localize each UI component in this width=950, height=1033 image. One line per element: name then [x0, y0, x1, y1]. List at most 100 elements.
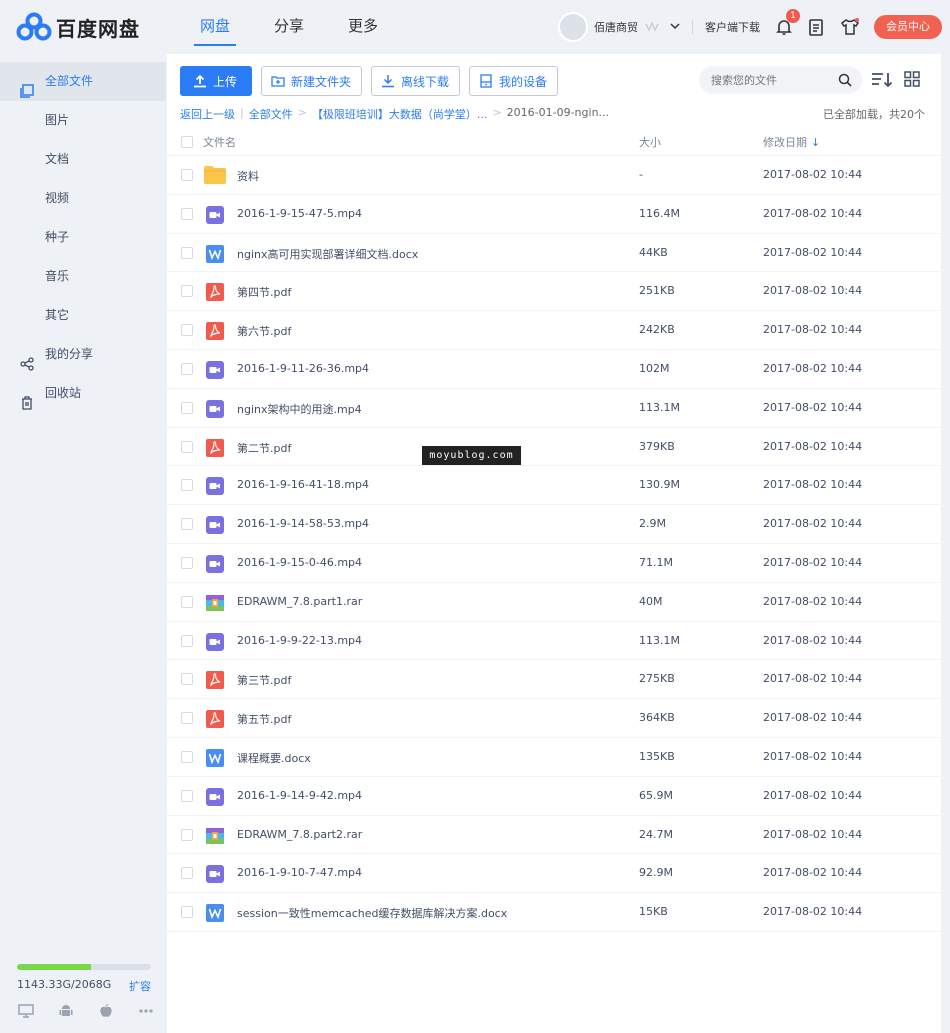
- my-devices-button[interactable]: 我的设备: [469, 66, 559, 96]
- username[interactable]: 佰唐商贸: [594, 19, 638, 35]
- sidebar-item-recycle-bin[interactable]: 回收站: [0, 374, 166, 413]
- apple-icon[interactable]: [96, 1003, 116, 1022]
- file-row[interactable]: session一致性memcached缓存数据库解决方案.docx 15KB 201…: [167, 893, 941, 932]
- file-name[interactable]: nginx高可用实现部署详细文档.docx: [237, 246, 418, 262]
- new-folder-button[interactable]: 新建文件夹: [261, 66, 363, 96]
- file-name[interactable]: nginx架构中的用途.mp4: [237, 401, 362, 417]
- sidebar-item-documents[interactable]: 文档: [0, 140, 166, 179]
- sidebar-item-videos[interactable]: 视频: [0, 179, 166, 218]
- row-checkbox[interactable]: [181, 518, 193, 531]
- file-name[interactable]: 第三节.pdf: [237, 672, 291, 688]
- vip-center-button[interactable]: 会员中心: [874, 15, 942, 39]
- file-name[interactable]: 第四节.pdf: [237, 284, 291, 300]
- file-name[interactable]: 2016-1-9-10-7-47.mp4: [237, 866, 362, 879]
- file-row[interactable]: 第三节.pdf 275KB 2017-08-02 10:44: [167, 660, 941, 700]
- file-row[interactable]: 第二节.pdf 379KB 2017-08-02 10:44: [167, 428, 941, 467]
- row-checkbox[interactable]: [181, 634, 193, 647]
- file-row[interactable]: EDRAWM_7.8.part2.rar 24.7M 2017-08-02 10:4…: [167, 816, 941, 855]
- file-name[interactable]: session一致性memcached缓存数据库解决方案.docx: [237, 905, 507, 921]
- file-name[interactable]: 2016-1-9-11-26-36.mp4: [237, 362, 369, 375]
- breadcrumb-root[interactable]: 全部文件: [249, 106, 293, 121]
- file-row[interactable]: 课程概要.docx 135KB 2017-08-02 10:44: [167, 738, 941, 777]
- column-name[interactable]: 文件名: [203, 134, 236, 150]
- skin-button[interactable]: [840, 17, 860, 37]
- offline-download-button[interactable]: 离线下载: [371, 66, 461, 96]
- logo[interactable]: 百度网盘: [16, 12, 140, 42]
- row-checkbox[interactable]: [181, 556, 193, 569]
- file-row[interactable]: 第五节.pdf 364KB 2017-08-02 10:44: [167, 699, 941, 738]
- tab-netdisk[interactable]: 网盘: [178, 0, 252, 54]
- row-checkbox[interactable]: [181, 712, 193, 725]
- file-name[interactable]: EDRAWM_7.8.part2.rar: [237, 828, 362, 841]
- row-checkbox[interactable]: [181, 246, 193, 259]
- clipboard-button[interactable]: [806, 17, 826, 37]
- column-size[interactable]: 大小: [639, 134, 661, 150]
- file-name[interactable]: 课程概要.docx: [237, 750, 311, 766]
- file-name[interactable]: 2016-1-9-14-9-42.mp4: [237, 789, 362, 802]
- row-checkbox[interactable]: [181, 673, 193, 686]
- file-row[interactable]: 2016-1-9-14-9-42.mp4 65.9M 2017-08-02 10:4…: [167, 777, 941, 816]
- file-row[interactable]: 资料 - 2017-08-02 10:44: [167, 156, 941, 195]
- file-name[interactable]: 2016-1-9-9-22-13.mp4: [237, 634, 362, 647]
- sidebar-item-my-shares[interactable]: 我的分享: [0, 335, 166, 374]
- column-date[interactable]: 修改日期 ↓: [763, 134, 820, 150]
- chevron-down-icon[interactable]: [670, 22, 680, 33]
- file-row[interactable]: 2016-1-9-10-7-47.mp4 92.9M 2017-08-02 10:4…: [167, 854, 941, 894]
- file-name[interactable]: 第五节.pdf: [237, 711, 291, 727]
- sidebar-item-music[interactable]: 音乐: [0, 257, 166, 296]
- row-checkbox[interactable]: [181, 169, 193, 181]
- file-name[interactable]: 2016-1-9-15-47-5.mp4: [237, 207, 362, 220]
- row-checkbox[interactable]: [181, 867, 193, 880]
- notification-button[interactable]: 1: [774, 9, 800, 37]
- sort-icon[interactable]: [871, 71, 893, 89]
- file-name[interactable]: 资料: [237, 168, 259, 184]
- row-checkbox[interactable]: [181, 595, 193, 608]
- row-checkbox[interactable]: [181, 750, 193, 763]
- more-icon[interactable]: [136, 1004, 156, 1022]
- sidebar-item-torrents[interactable]: 种子: [0, 218, 166, 257]
- file-row[interactable]: 2016-1-9-15-47-5.mp4 116.4M 2017-08-02 10:…: [167, 195, 941, 234]
- breadcrumb-folder[interactable]: 【极限班培训】大数据（尚学堂）...: [312, 106, 488, 121]
- sidebar-item-images[interactable]: 图片: [0, 101, 166, 140]
- sidebar-item-other[interactable]: 其它: [0, 296, 166, 335]
- file-row[interactable]: nginx架构中的用途.mp4 113.1M 2017-08-02 10:44: [167, 389, 941, 428]
- desktop-icon[interactable]: [16, 1004, 36, 1022]
- search-icon[interactable]: [838, 73, 852, 87]
- file-row[interactable]: nginx高可用实现部署详细文档.docx 44KB 2017-08-02 10:4…: [167, 234, 941, 273]
- expand-storage-link[interactable]: 扩容: [129, 978, 151, 994]
- client-download-link[interactable]: 客户端下载: [705, 19, 760, 35]
- file-row[interactable]: 第四节.pdf 251KB 2017-08-02 10:44: [167, 272, 941, 312]
- row-checkbox[interactable]: [181, 906, 193, 919]
- upload-button[interactable]: 上传: [180, 66, 253, 96]
- row-checkbox[interactable]: [181, 828, 193, 841]
- row-checkbox[interactable]: [181, 207, 193, 220]
- tab-share[interactable]: 分享: [252, 0, 326, 54]
- file-row[interactable]: 2016-1-9-16-41-18.mp4 130.9M 2017-08-02 10…: [167, 466, 941, 506]
- file-name[interactable]: EDRAWM_7.8.part1.rar: [237, 595, 362, 608]
- file-name[interactable]: 2016-1-9-14-58-53.mp4: [237, 517, 369, 530]
- select-all-checkbox[interactable]: [181, 136, 193, 148]
- grid-view-icon[interactable]: [904, 71, 926, 89]
- file-row[interactable]: 2016-1-9-15-0-46.mp4 71.1M 2017-08-02 10:4…: [167, 544, 941, 583]
- sidebar-item-all-files[interactable]: 全部文件: [0, 62, 166, 101]
- file-row[interactable]: EDRAWM_7.8.part1.rar 40M 2017-08-02 10:44: [167, 583, 941, 622]
- android-icon[interactable]: [56, 1004, 76, 1022]
- file-name[interactable]: 2016-1-9-16-41-18.mp4: [237, 478, 369, 491]
- row-checkbox[interactable]: [181, 440, 193, 453]
- search-input[interactable]: [699, 66, 829, 94]
- file-row[interactable]: 2016-1-9-9-22-13.mp4 113.1M 2017-08-02 10:…: [167, 622, 941, 661]
- file-row[interactable]: 第六节.pdf 242KB 2017-08-02 10:44: [167, 311, 941, 350]
- avatar[interactable]: [558, 12, 588, 42]
- row-checkbox[interactable]: [181, 401, 193, 414]
- row-checkbox[interactable]: [181, 362, 193, 375]
- row-checkbox[interactable]: [181, 789, 193, 802]
- breadcrumb-back[interactable]: 返回上一级: [180, 106, 235, 121]
- file-name[interactable]: 2016-1-9-15-0-46.mp4: [237, 556, 362, 569]
- file-name[interactable]: 第六节.pdf: [237, 323, 291, 339]
- file-name[interactable]: 第二节.pdf: [237, 440, 291, 456]
- file-row[interactable]: 2016-1-9-14-58-53.mp4 2.9M 2017-08-02 10:4…: [167, 505, 941, 544]
- row-checkbox[interactable]: [181, 324, 193, 337]
- file-row[interactable]: 2016-1-9-11-26-36.mp4 102M 2017-08-02 10:4…: [167, 350, 941, 389]
- row-checkbox[interactable]: [181, 285, 193, 298]
- row-checkbox[interactable]: [181, 479, 193, 492]
